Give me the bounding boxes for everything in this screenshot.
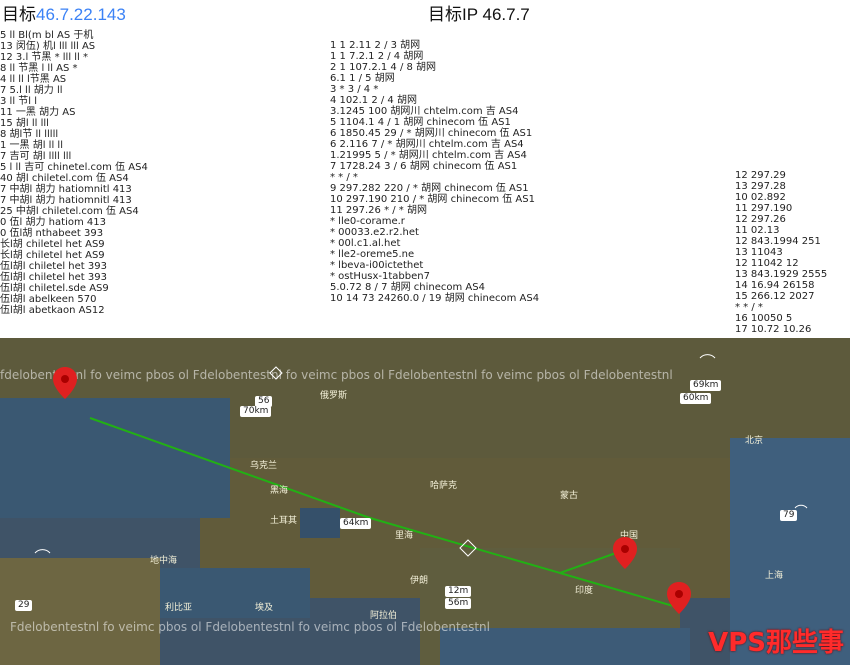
trace-row: 12 297.26: [735, 214, 786, 225]
trace-row: 11 一黑 胡力 AS: [0, 107, 76, 118]
trace-row: 11 02.13: [735, 225, 780, 236]
trace-row: 3 ll 节l l: [0, 96, 38, 107]
trace-row: 8 胡l节 ll lllll: [0, 129, 59, 140]
trace-row: 10 02.892: [735, 192, 786, 203]
trace-row: 0 伍l 胡力 hatiom 413: [0, 217, 106, 228]
trace-row: 13 闵伍) 机l lll lll AS: [0, 41, 96, 52]
location-pin-icon[interactable]: [52, 366, 78, 400]
trace-row: * 00033.e2.r2.het: [330, 227, 419, 238]
place-label: 伊朗: [410, 576, 429, 586]
trace-row: 伍l胡l chiletel het 393: [0, 261, 107, 272]
traceroute-panel: 目标46.7.22.143 目标IP 46.7.7 5 ll Bl(m bl A…: [0, 0, 850, 338]
place-label: 上海: [765, 571, 784, 581]
place-label: 俄罗斯: [320, 391, 348, 401]
place-label: 利比亚: [165, 603, 193, 613]
distance-label: 70km: [240, 406, 272, 417]
trace-row: 15 胡l ll lll: [0, 118, 49, 129]
target-ip-right: 目标IP 46.7.7: [428, 5, 530, 24]
trace-row: 5.0.72 8 / 7 胡网 chinecom AS4: [330, 282, 485, 293]
trace-row: 0 伍l胡 nthabeet 393: [0, 228, 104, 239]
distance-label: 29: [15, 600, 33, 611]
distance-label: 64km: [340, 518, 372, 529]
trace-row: 6.1 1 / 5 胡网: [330, 73, 395, 84]
trace-row: 7 中胡l 胡力 hatiomnitl 413: [0, 195, 132, 206]
trace-row: 40 胡l chiletel.com 伍 AS4: [0, 173, 129, 184]
place-label: 阿拉伯: [370, 611, 398, 621]
trace-row: 11 297.190: [735, 203, 793, 214]
route-lines: [34, 354, 808, 609]
place-label: 地中海: [150, 556, 178, 566]
distance-label: 56m: [445, 598, 472, 609]
trace-row: 伍l胡l abelkeen 570: [0, 294, 97, 305]
trace-row: 3.1245 100 胡网川 chtelm.com 吉 AS4: [330, 106, 519, 117]
distance-label: 69km: [690, 380, 722, 391]
trace-row: 11 297.26 * / * 胡网: [330, 205, 427, 216]
trace-row: 10 297.190 210 / * 胡网 chinecom 伍 AS1: [330, 194, 535, 205]
distance-label: 60km: [680, 393, 712, 404]
trace-row: 长l胡 chiletel het AS9: [0, 250, 105, 261]
trace-row: * lbeva-i00ictethet: [330, 260, 424, 271]
place-label: 哈萨克: [430, 481, 458, 491]
trace-row: * ostHusx-1tabben7: [330, 271, 430, 282]
trace-row: 1 1 7.2.1 2 / 4 胡网: [330, 51, 424, 62]
trace-row: 2 1 107.2.1 4 / 8 胡网: [330, 62, 437, 73]
trace-row: 3 * 3 / 4 *: [330, 84, 379, 95]
place-label: 印度: [575, 586, 594, 596]
trace-row: 5 l ll 吉可 chinetel.com 伍 AS4: [0, 162, 148, 173]
trace-row: 7 中胡l 胡力 hatiomnitl 413: [0, 184, 132, 195]
brand-watermark: VPS那些事: [708, 628, 844, 658]
trace-row: 13 843.1929 2555: [735, 269, 828, 280]
trace-row: 25 中胡l chiletel.com 伍 AS4: [0, 206, 139, 217]
place-label: 黑海: [270, 486, 289, 496]
trace-row: 1 一黑 胡l ll ll: [0, 140, 63, 151]
distance-label: 79: [780, 510, 798, 521]
trace-row: 6 2.116 7 / * 胡网川 chtelm.com 吉 AS4: [330, 139, 524, 150]
trace-row: 长l胡 chiletel het AS9: [0, 239, 105, 250]
trace-row: 4 102.1 2 / 4 胡网: [330, 95, 417, 106]
trace-row: 1 1 2.11 2 / 3 胡网: [330, 40, 421, 51]
trace-row: 5 ll Bl(m bl AS 于机: [0, 30, 94, 41]
trace-row: 12 843.1994 251: [735, 236, 821, 247]
trace-row: 7 5.l ll 胡力 ll: [0, 85, 63, 96]
route-map[interactable]: fdelobentestnl fo veimc pbos ol Fdeloben…: [0, 338, 850, 665]
trace-row: 9 297.282 220 / * 胡网 chinecom 伍 AS1: [330, 183, 529, 194]
trace-row: * * / *: [330, 172, 358, 183]
trace-row: 13 297.28: [735, 181, 786, 192]
place-label: 蒙古: [560, 491, 579, 501]
trace-row: 6 1850.45 29 / * 胡网川 chinecom 伍 AS1: [330, 128, 533, 139]
trace-row: 伍l胡l chiletel het 393: [0, 272, 107, 283]
trace-row: 13 11043: [735, 247, 783, 258]
trace-row: 12 3.l 节黑 * lll ll *: [0, 52, 89, 63]
trace-row: 12 11042 12: [735, 258, 799, 269]
target-ip-left: 目标46.7.22.143: [2, 5, 126, 24]
distance-label: 12m: [445, 586, 472, 597]
trace-row: 4 ll ll l节黑 AS: [0, 74, 67, 85]
trace-row: 5 1104.1 4 / 1 胡网 chinecom 伍 AS1: [330, 117, 511, 128]
trace-row: 7 1728.24 3 / 6 胡网 chinecom 伍 AS1: [330, 161, 518, 172]
trace-row: 12 297.29: [735, 170, 786, 181]
place-label: 埃及: [255, 603, 274, 613]
place-label: 北京: [745, 436, 764, 446]
trace-row: 1.21995 5 / * 胡网川 chtelm.com 吉 AS4: [330, 150, 527, 161]
trace-row: * 00l.c1.al.het: [330, 238, 401, 249]
trace-row: 伍l胡l abetkaon AS12: [0, 305, 105, 316]
place-label: 里海: [395, 531, 414, 541]
trace-row: 8 ll 节黑 l ll AS *: [0, 63, 78, 74]
trace-row: * lle2-oreme5.ne: [330, 249, 415, 260]
place-label: 乌克兰: [250, 461, 278, 471]
location-pin-icon[interactable]: [666, 581, 692, 615]
trace-row: 伍l胡l chiletel.sde AS9: [0, 283, 109, 294]
trace-row: 7 吉可 胡l llll lll: [0, 151, 72, 162]
target-ip-value: 46.7.22.143: [36, 5, 126, 24]
trace-row: * lle0-corame.r: [330, 216, 405, 227]
trace-row: 14 16.94 26158: [735, 280, 815, 291]
location-pin-icon[interactable]: [612, 536, 638, 570]
place-label: 土耳其: [270, 516, 298, 526]
